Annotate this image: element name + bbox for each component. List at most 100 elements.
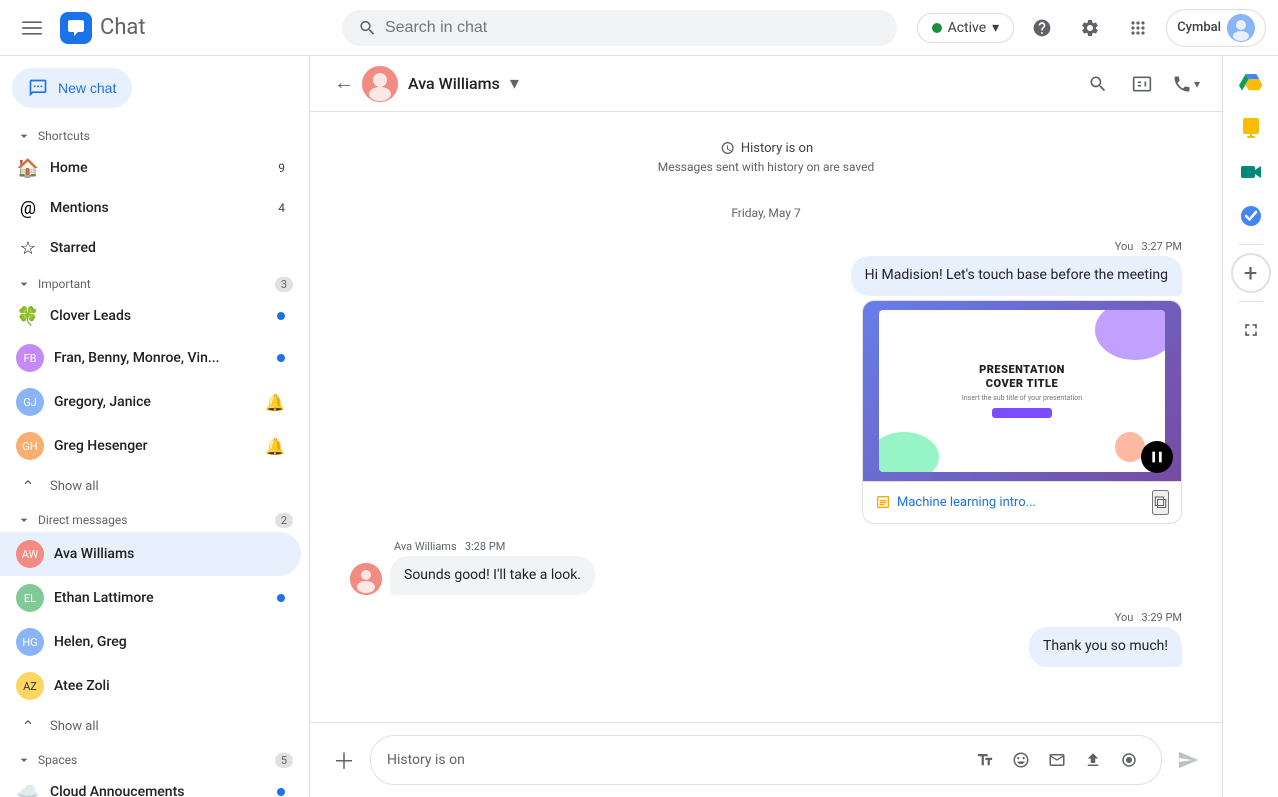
sidebar-item-cloud[interactable]: ☁️ Cloud Annoucements [0,772,301,797]
active-dot [932,23,942,33]
message-sent-2: You 3:29 PM Thank you so much! [350,611,1182,667]
chat-chevron[interactable]: ▾ [510,73,519,94]
history-notice: History is on Messages sent with history… [350,140,1182,174]
ethan-avatar: EL [16,584,44,612]
hamburger-button[interactable] [12,8,52,48]
msg-bubble-sent-1: Hi Madision! Let's touch base before the… [851,256,1182,296]
received-content: Ava Williams 3:28 PM Sounds good! I'll t… [390,540,595,596]
expand-button[interactable] [1231,310,1271,350]
google-drive-button[interactable] [1231,64,1271,104]
shortcuts-header[interactable]: Shortcuts [0,120,309,148]
unread-dot [277,354,285,362]
chat-header-actions: ▾ [1078,64,1206,104]
right-panel-divider-2 [1239,301,1263,302]
clover-leads-label: Clover Leads [50,308,267,324]
google-meet-button[interactable] [1231,152,1271,192]
send-button[interactable] [1170,742,1206,778]
fran-group-avatar: FB [16,344,44,372]
apps-button[interactable] [1118,8,1158,48]
active-chevron: ▾ [992,20,999,36]
account-avatar [1227,14,1255,42]
emoji-button[interactable] [1005,744,1037,776]
input-placeholder[interactable]: History is on [387,752,961,768]
cloud-unread-dot [277,788,285,796]
input-area: ＋ History is on [310,722,1222,797]
sidebar-item-home[interactable]: 🏠 Home 9 [0,148,301,188]
gregory-label: Gregory, Janice [54,394,255,410]
back-button[interactable]: ← [326,66,362,102]
spaces-header[interactable]: Spaces 5 [0,744,309,772]
msg-meta-sent-2: You 3:29 PM [1115,611,1182,624]
direct-messages-label: Direct messages [38,513,127,527]
record-button[interactable] [1113,744,1145,776]
direct-messages-badge: 2 [275,513,293,528]
format-text-button[interactable] [969,744,1001,776]
topbar-left: Chat [12,8,322,48]
chat-search-button[interactable] [1078,64,1118,104]
chat-header-user: Ava Williams ▾ [362,66,1078,102]
sidebar-item-fran-group[interactable]: FB Fran, Benny, Monroe, Vin... [0,336,301,380]
account-button[interactable]: Cymbal [1166,9,1266,47]
sidebar-item-clover-leads[interactable]: 🍀 Clover Leads [0,296,301,336]
shortcuts-label: Shortcuts [38,129,90,143]
help-button[interactable] [1022,8,1062,48]
pres-blob2 [879,432,939,472]
search-box [342,10,897,46]
chat-call-button[interactable]: ▾ [1166,64,1206,104]
helen-greg-label: Helen, Greg [54,634,285,650]
sidebar-item-ethan[interactable]: EL Ethan Lattimore [0,576,301,620]
add-button[interactable]: ＋ [326,742,362,778]
google-tasks-button[interactable] [1231,196,1271,236]
sidebar-item-greg-h[interactable]: GH Greg Hesenger 🔔 [0,424,301,468]
pres-bar [992,408,1052,418]
sidebar-item-mentions[interactable]: @ Mentions 4 [0,188,301,228]
history-on-text: History is on [741,141,813,156]
message-received-1: Ava Williams 3:28 PM Sounds good! I'll t… [350,540,1182,596]
muted-icon-2: 🔔 [265,437,285,456]
mention-button[interactable] [1041,744,1073,776]
ava-avatar: AW [16,540,44,568]
topbar: Chat Active ▾ Cymbal [0,0,1278,56]
important-header[interactable]: Important 3 [0,268,309,296]
sidebar-item-gregory[interactable]: GJ Gregory, Janice 🔔 [0,380,301,424]
right-panel-add-button[interactable]: + [1231,253,1271,293]
greg-h-avatar: GH [16,432,44,460]
sidebar: New chat Shortcuts 🏠 Home 9 @ Mentions 4… [0,56,310,797]
chat-video-button[interactable] [1122,64,1162,104]
playback-overlay [1141,441,1173,473]
attachment-copy-button[interactable]: ⧉ [1152,490,1169,515]
helen-greg-avatar: HG [16,628,44,656]
topbar-actions: Active ▾ Cymbal [917,8,1266,48]
spaces-label: Spaces [38,753,77,767]
chat-contact-name: Ava Williams [408,74,500,93]
new-chat-label: New chat [58,80,116,96]
mentions-icon: @ [16,196,40,220]
input-actions [969,744,1145,776]
google-keep-button[interactable] [1231,108,1271,148]
home-badge: 9 [278,161,285,175]
input-box: History is on [370,735,1162,785]
layout: New chat Shortcuts 🏠 Home 9 @ Mentions 4… [0,56,1278,797]
msg-bubble-sent-2: Thank you so much! [1029,627,1182,667]
attachment-card: PRESENTATIONCOVER TITLE Insert the sub t… [862,300,1182,524]
important-show-all[interactable]: ⌃ Show all [0,468,309,504]
upload-button[interactable] [1077,744,1109,776]
date-divider: Friday, May 7 [350,206,1182,220]
settings-button[interactable] [1070,8,1110,48]
sidebar-item-ava[interactable]: AW Ava Williams [0,532,301,576]
sidebar-item-starred[interactable]: ☆ Starred [0,228,301,268]
new-chat-button[interactable]: New chat [12,68,132,108]
important-label: Important [38,277,91,291]
active-label: Active [948,20,987,36]
topbar-search [342,10,897,46]
dm-show-all[interactable]: ⌃ Show all [0,708,309,744]
message-sent-1: You 3:27 PM Hi Madision! Let's touch bas… [350,240,1182,524]
pres-subtitle: Insert the sub title of your presentatio… [962,394,1082,402]
active-status-button[interactable]: Active ▾ [917,13,1015,43]
sidebar-item-atee[interactable]: AZ Atee Zoli [0,664,301,708]
history-sub-text: Messages sent with history on are saved [350,160,1182,174]
home-label: Home [50,160,268,176]
search-input[interactable] [385,19,881,37]
sidebar-item-helen-greg[interactable]: HG Helen, Greg [0,620,301,664]
direct-messages-header[interactable]: Direct messages 2 [0,504,309,532]
